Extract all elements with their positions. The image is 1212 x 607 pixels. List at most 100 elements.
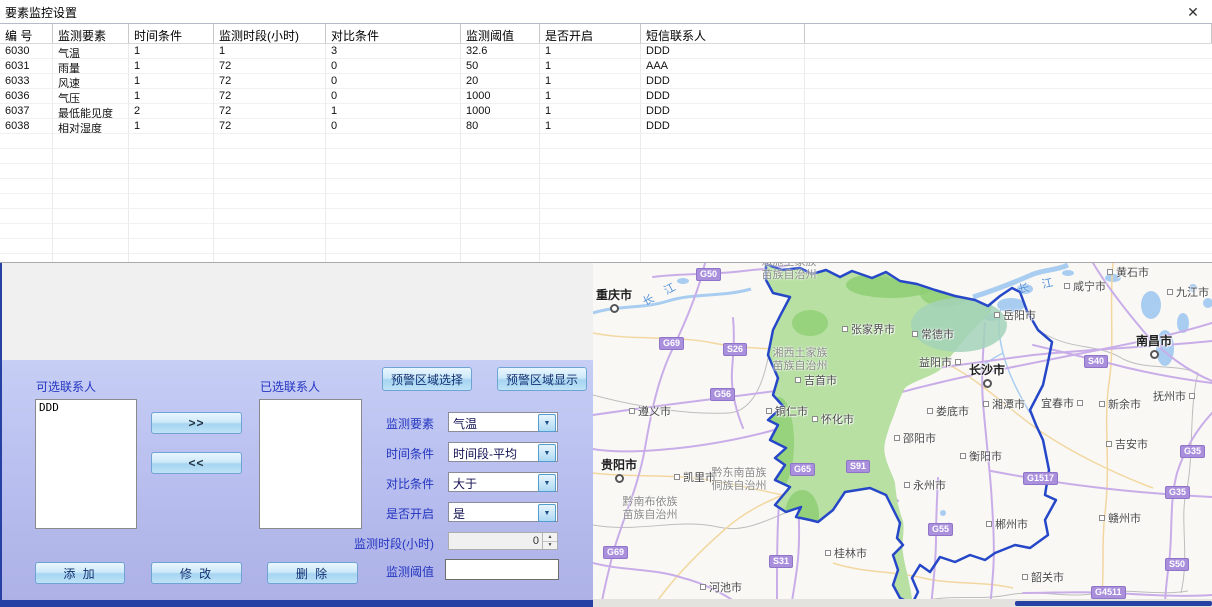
column-header: 编 号: [0, 24, 53, 44]
city-marker-icon: [795, 377, 801, 383]
table-cell: [53, 164, 129, 179]
time-condition-select[interactable]: 时间段-平均 ▼: [448, 442, 558, 462]
table-cell: [461, 134, 540, 149]
city-label: 赣州市: [1096, 510, 1141, 526]
compare-condition-value: 大于: [453, 475, 477, 492]
chevron-down-icon[interactable]: ▼: [538, 474, 556, 492]
table-cell: 1: [129, 59, 214, 74]
table-cell: 气温: [53, 44, 129, 59]
table-cell: [805, 134, 1212, 149]
table-row[interactable]: 6036气压172010001DDD: [0, 89, 1212, 104]
city-marker-icon: [1099, 515, 1105, 521]
city-marker-icon: [1107, 269, 1113, 275]
road-badge: G4511: [1091, 586, 1126, 599]
list-item[interactable]: DDD: [36, 400, 136, 414]
table-cell: 3: [326, 44, 461, 59]
table-cell: [53, 134, 129, 149]
city-label: 吉安市: [1103, 436, 1148, 452]
city-marker-icon: [960, 453, 966, 459]
table-cell: [326, 179, 461, 194]
spin-down-icon[interactable]: ▼: [543, 542, 557, 550]
road-badge: S31: [769, 555, 793, 568]
warning-area-show-button[interactable]: 预警区域显示: [497, 367, 587, 391]
compare-condition-select[interactable]: 大于 ▼: [448, 472, 558, 492]
selected-contacts-label: 已选联系人: [260, 378, 320, 395]
table-row[interactable]: 6030气温11332.61DDD: [0, 44, 1212, 59]
chevron-down-icon[interactable]: ▼: [538, 414, 556, 432]
available-contacts-listbox[interactable]: DDD: [35, 399, 137, 529]
table-cell: [53, 239, 129, 254]
city-label: 抚州市: [1153, 388, 1198, 404]
column-header: 监测要素: [53, 24, 129, 44]
table-cell: [129, 149, 214, 164]
enabled-label: 是否开启: [338, 505, 434, 522]
region-label: 湘西土家族苗族自治州: [773, 347, 828, 373]
chevron-down-icon[interactable]: ▼: [538, 504, 556, 522]
table-cell: 相对湿度: [53, 119, 129, 134]
table-cell: [214, 179, 326, 194]
table-cell: 72: [214, 74, 326, 89]
map-scale-bar: [1015, 601, 1212, 606]
table-cell: [805, 164, 1212, 179]
table-row[interactable]: 6033风速1720201DDD: [0, 74, 1212, 89]
table-row[interactable]: 6037最低能见度272110001DDD: [0, 104, 1212, 119]
modify-button[interactable]: 修 改: [151, 562, 242, 584]
province-map[interactable]: 重庆市遵义市贵阳市凯里市铜仁市河池市桂林市张家界市吉首市怀化市邵阳市永州市郴州市…: [593, 263, 1212, 607]
road-badge: G69: [603, 546, 628, 559]
table-cell: 1: [326, 104, 461, 119]
table-cell: 1: [540, 89, 641, 104]
table-cell: [53, 224, 129, 239]
table-empty-row: [0, 149, 1212, 164]
table-cell: [129, 239, 214, 254]
city-marker-icon: [912, 331, 918, 337]
table-cell: 1: [540, 59, 641, 74]
city-marker-icon: [615, 474, 624, 483]
move-left-button[interactable]: <<: [151, 452, 242, 474]
region-label: 黔东南苗族侗族自治州: [712, 467, 767, 493]
table-cell: [326, 194, 461, 209]
delete-button[interactable]: 删 除: [267, 562, 358, 584]
table-cell: [53, 194, 129, 209]
column-header: 时间条件: [129, 24, 214, 44]
compare-condition-label: 对比条件: [338, 475, 434, 492]
road-badge: S50: [1165, 558, 1189, 571]
city-label: 邵阳市: [891, 430, 936, 446]
column-header: 监测时段(小时): [214, 24, 326, 44]
table-cell: [129, 254, 214, 263]
city-label: 宜春市: [1041, 395, 1086, 411]
monitor-period-label: 监测时段(小时): [298, 535, 434, 552]
table-empty-row: [0, 134, 1212, 149]
table-cell: 0: [326, 59, 461, 74]
add-button[interactable]: 添 加: [35, 562, 125, 584]
spin-up-icon[interactable]: ▲: [543, 533, 557, 542]
city-label: 铜仁市: [763, 403, 808, 419]
table-cell: [214, 239, 326, 254]
table-cell: [461, 254, 540, 263]
city-marker-icon: [825, 550, 831, 556]
table-cell: [129, 134, 214, 149]
table-cell: [540, 254, 641, 263]
table-cell: [540, 194, 641, 209]
close-icon[interactable]: ✕: [1184, 3, 1202, 21]
city-label: 娄底市: [924, 403, 969, 419]
monitor-element-select[interactable]: 气温 ▼: [448, 412, 558, 432]
table-cell: 6036: [0, 89, 53, 104]
region-label: 恩施土家族苗族自治州: [762, 263, 817, 282]
move-right-button[interactable]: >>: [151, 412, 242, 434]
road-badge: G56: [710, 388, 735, 401]
spinner-arrows[interactable]: ▲▼: [542, 533, 557, 549]
table-cell: [0, 224, 53, 239]
table-cell: [214, 194, 326, 209]
city-marker-icon: [983, 401, 989, 407]
warning-area-select-button[interactable]: 预警区域选择: [382, 367, 472, 391]
enabled-select[interactable]: 是 ▼: [448, 502, 558, 522]
table-cell: 2: [129, 104, 214, 119]
threshold-input[interactable]: [445, 559, 559, 580]
city-marker-icon: [629, 408, 635, 414]
table-row[interactable]: 6038相对湿度1720801DDD: [0, 119, 1212, 134]
table-cell: 6030: [0, 44, 53, 59]
chevron-down-icon[interactable]: ▼: [538, 444, 556, 462]
monitor-period-stepper[interactable]: 0 ▲▼: [448, 532, 558, 550]
table-row[interactable]: 6031雨量1720501AAA: [0, 59, 1212, 74]
table-cell: [641, 239, 805, 254]
